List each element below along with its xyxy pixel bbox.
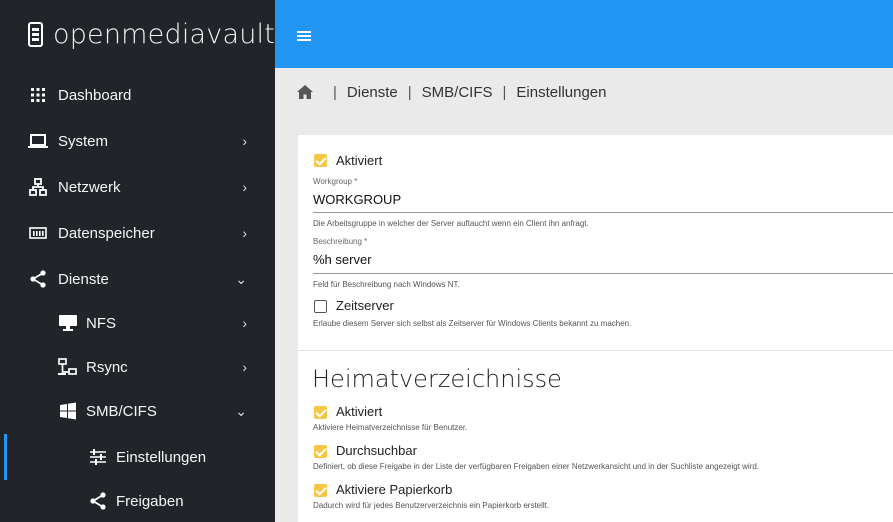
share-icon — [26, 267, 50, 291]
workgroup-hint: Die Arbeitsgruppe in welcher der Server … — [313, 219, 589, 228]
breadcrumb-item-dienste[interactable]: Dienste — [347, 84, 398, 101]
home-icon[interactable] — [297, 85, 313, 99]
sidebar-item-einstellungen[interactable]: Einstellungen — [0, 434, 275, 480]
menu-icon[interactable] — [297, 31, 311, 41]
sidebar-item-system[interactable]: System › — [0, 118, 275, 164]
chevron-right-icon: › — [242, 315, 247, 331]
sidebar-item-label: Freigaben — [116, 492, 184, 510]
description-hint: Feld für Beschreibung nach Windows NT. — [313, 280, 460, 289]
sidebar-item-dienste[interactable]: Dienste ⌄ — [0, 256, 275, 302]
storage-icon — [26, 221, 50, 245]
sliders-icon — [86, 445, 110, 469]
chevron-right-icon: › — [242, 225, 247, 241]
sidebar-item-label: Dienste — [58, 270, 109, 288]
laptop-icon — [26, 129, 50, 153]
sidebar-item-label: NFS — [86, 314, 116, 332]
sidebar-item-label: SMB/CIFS — [86, 402, 157, 420]
enabled-checkbox[interactable] — [314, 154, 327, 167]
grid-icon — [26, 83, 50, 107]
sidebar-item-label: Dashboard — [58, 86, 132, 104]
recycle-checkbox[interactable] — [314, 484, 327, 497]
sidebar-item-freigaben[interactable]: Freigaben — [0, 478, 275, 522]
timeserver-label: Zeitserver — [336, 298, 394, 313]
chevron-down-icon: ⌄ — [235, 402, 247, 419]
workgroup-label: Workgroup * — [313, 177, 358, 186]
sidebar-item-label: Datenspeicher — [58, 224, 155, 242]
description-input[interactable]: %h server — [313, 252, 372, 267]
sidebar-item-smb-cifs[interactable]: SMB/CIFS ⌄ — [0, 388, 275, 434]
sidebar-item-rsync[interactable]: Rsync › — [0, 344, 275, 390]
sidebar-item-datenspeicher[interactable]: Datenspeicher › — [0, 210, 275, 256]
breadcrumb-separator: | — [333, 83, 337, 101]
sidebar-item-nfs[interactable]: NFS › — [0, 300, 275, 346]
brand-name: openmediavault — [52, 18, 275, 50]
windows-icon — [56, 399, 80, 423]
breadcrumb-item-smb-cifs[interactable]: SMB/CIFS — [422, 84, 493, 101]
sidebar-item-label: Netzwerk — [58, 178, 121, 196]
sidebar-item-label: Rsync — [86, 358, 128, 376]
timeserver-hint: Erlaube diesem Server sich selbst als Ze… — [313, 319, 632, 328]
sidebar-item-netzwerk[interactable]: Netzwerk › — [0, 164, 275, 210]
brand[interactable]: openmediavault — [0, 0, 275, 68]
workgroup-underline — [313, 212, 893, 213]
chevron-right-icon: › — [242, 359, 247, 375]
browsable-checkbox[interactable] — [314, 445, 327, 458]
chevron-down-icon: ⌄ — [235, 270, 247, 287]
breadcrumb-separator: | — [502, 83, 507, 101]
chevron-right-icon: › — [242, 133, 247, 149]
section-title: Heimatverzeichnisse — [312, 365, 562, 393]
timeserver-checkbox[interactable] — [314, 300, 327, 313]
homes-enabled-label: Aktiviert — [336, 404, 383, 419]
settings-card: Aktiviert Workgroup * WORKGROUP Die Arbe… — [298, 135, 893, 350]
homes-card: Heimatverzeichnisse Aktiviert Aktiviere … — [298, 350, 893, 522]
openmediavault-logo-icon — [28, 21, 43, 47]
topbar — [275, 0, 893, 68]
description-label: Beschreibung * — [313, 237, 368, 246]
desktop-icon — [56, 311, 80, 335]
description-underline — [313, 273, 893, 274]
breadcrumb-item-einstellungen: Einstellungen — [516, 83, 607, 101]
homes-enabled-checkbox[interactable] — [314, 406, 327, 419]
sidebar-item-dashboard[interactable]: Dashboard — [0, 72, 275, 118]
recycle-label: Aktiviere Papierkorb — [336, 482, 453, 497]
sidebar-item-label: Einstellungen — [116, 448, 207, 466]
rsync-icon — [56, 355, 80, 379]
chevron-right-icon: › — [242, 179, 247, 195]
sidebar-item-label: System — [58, 132, 109, 150]
network-icon — [26, 175, 50, 199]
breadcrumb-separator: | — [407, 83, 412, 101]
browsable-hint: Definiert, ob diese Freigabe in der List… — [313, 462, 760, 471]
enabled-label: Aktiviert — [336, 153, 383, 168]
breadcrumb: | Dienste | SMB/CIFS | Einstellungen — [275, 68, 893, 116]
recycle-hint: Dadurch wird für jedes Benutzerverzeichn… — [313, 501, 550, 510]
workgroup-input[interactable]: WORKGROUP — [313, 192, 401, 207]
share-icon — [86, 489, 110, 513]
browsable-label: Durchsuchbar — [336, 443, 417, 458]
sidebar: openmediavault Dashboard System › Netzwe… — [0, 0, 275, 522]
homes-enabled-hint: Aktiviere Heimatverzeichnisse für Benutz… — [313, 423, 468, 432]
